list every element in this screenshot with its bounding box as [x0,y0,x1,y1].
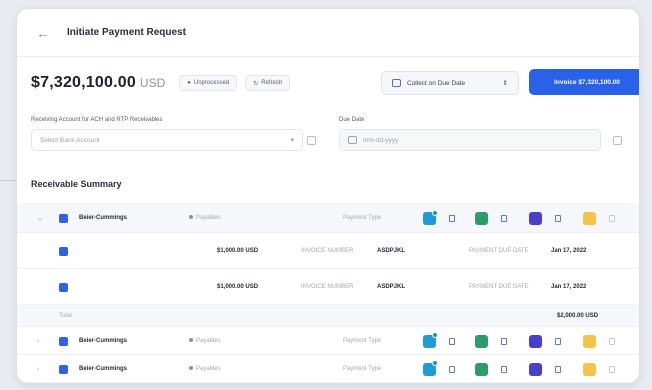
due-date-field[interactable]: mm-dd-yyyy [339,129,601,151]
payment-type-label: Payment Type [343,215,382,221]
due-date-column-label: PAYMENT DUE DATE [469,284,529,290]
checkbox[interactable] [59,282,68,292]
payee-status-label: Payables [196,366,221,372]
chevron-right-icon[interactable]: › [37,366,39,373]
status-dot [189,215,193,220]
status-badge-label: Unprocessed [193,80,230,86]
checkbox[interactable] [59,213,68,223]
line-due-date: Jan 17, 2022 [551,248,587,254]
document-icon[interactable] [609,365,615,373]
account-info-icon[interactable] [307,136,316,145]
check-payment-icon[interactable] [475,211,488,225]
due-date-label: Due Date [339,117,365,123]
chevron-updown-icon: ⇕ [502,80,508,87]
wire-payment-icon[interactable] [583,334,596,348]
header-bar: ← Initiate Payment Request [17,9,639,57]
line-due-date: Jan 17, 2022 [551,284,587,290]
payment-request-card: ← Initiate Payment Request $7,320,100.00… [16,8,640,384]
document-icon[interactable] [555,214,561,222]
receivable-group-row[interactable]: › Beier-Cummings Payables Payment Type [17,355,639,383]
due-date-info-icon[interactable] [613,136,622,145]
notification-badge [432,210,438,216]
payee-status-label: Payables [196,338,221,344]
document-icon[interactable] [609,337,615,345]
total-row: Total $2,000.00 USD [17,305,639,327]
notification-badge [432,332,438,338]
bank-account-placeholder: Select Bank Account [40,136,100,144]
calendar-icon [348,136,357,144]
refresh-button[interactable]: ↻ Refresh [245,75,291,91]
collect-on-due-date-select[interactable]: Collect on Due Date ⇕ [381,71,519,95]
document-icon[interactable] [449,214,455,222]
bank-account-select[interactable]: Select Bank Account ▾ [31,129,303,151]
invoice-number-label: INVOICE NUMBER [301,284,354,290]
document-icon[interactable] [449,365,455,373]
refresh-icon: ↻ [253,80,259,87]
document-icon[interactable] [501,214,507,222]
invoice-number: ASDPJKL [377,284,406,290]
checkbox[interactable] [59,364,68,374]
total-amount: $7,320,100.00 [31,74,136,91]
document-icon[interactable] [449,337,455,345]
wire-payment-icon[interactable] [583,211,596,225]
checkbox[interactable] [59,336,68,346]
calendar-icon [392,79,401,87]
status-dot [189,366,193,371]
back-arrow-icon[interactable]: ← [35,25,51,41]
chevron-right-icon[interactable]: › [37,338,39,345]
line-amount: $1,000.00 USD [217,248,259,254]
collect-label: Collect on Due Date [407,79,466,87]
wire-payment-icon[interactable] [583,362,596,376]
notification-badge [432,360,438,366]
invoice-number: ASDPJKL [377,248,406,254]
card-payment-icon[interactable] [529,362,542,376]
checkbox[interactable] [59,246,68,256]
payee-status-label: Payables [196,215,221,221]
invoice-button[interactable]: Invoice $7,320,100.00 [529,69,639,95]
payee-name: Beier-Cummings [79,338,128,344]
document-icon[interactable] [609,214,615,222]
document-icon[interactable] [501,365,507,373]
section-title: Receivable Summary [31,179,122,189]
total-value: $2,000.00 USD [557,313,599,319]
payee-name: Beier-Cummings [79,215,128,221]
page-title: Initiate Payment Request [67,27,186,38]
payment-type-label: Payment Type [343,366,382,372]
total-label: Total [59,313,72,319]
amount-row: $7,320,100.00 USD ● Unprocessed ↻ Refresh… [31,69,639,97]
receivable-line-row[interactable]: $1,000.00 USD INVOICE NUMBER ASDPJKL PAY… [17,269,639,305]
due-date-placeholder: mm-dd-yyyy [363,136,399,144]
receivable-line-row[interactable]: $1,000.00 USD INVOICE NUMBER ASDPJKL PAY… [17,233,639,269]
payee-status: Payables [189,366,221,372]
chevron-down-icon[interactable]: ⌄ [37,214,43,222]
document-icon[interactable] [501,337,507,345]
line-amount: $1,000.00 USD [217,284,259,290]
document-icon[interactable] [555,337,561,345]
document-icon[interactable] [555,365,561,373]
payee-status: Payables [189,338,221,344]
due-date-column-label: PAYMENT DUE DATE [469,248,529,254]
account-label: Receiving Account for ACH and RTP Receiv… [31,117,163,123]
background-divider [0,180,16,181]
card-payment-icon[interactable] [529,334,542,348]
payment-type-label: Payment Type [343,338,382,344]
refresh-label: Refresh [261,80,283,86]
payee-name: Beier-Cummings [79,366,128,372]
currency-code: USD [139,76,166,90]
chevron-down-icon: ▾ [290,137,294,144]
receivable-group-row[interactable]: ⌄ Beier-Cummings Payables Payment Type [17,203,639,233]
check-payment-icon[interactable] [475,334,488,348]
check-payment-icon[interactable] [475,362,488,376]
invoice-number-label: INVOICE NUMBER [301,248,354,254]
status-dot [189,338,193,343]
receivable-group-row[interactable]: › Beier-Cummings Payables Payment Type [17,327,639,355]
status-badge: ● Unprocessed [179,75,238,91]
card-payment-icon[interactable] [529,211,542,225]
payee-status: Payables [189,215,221,221]
